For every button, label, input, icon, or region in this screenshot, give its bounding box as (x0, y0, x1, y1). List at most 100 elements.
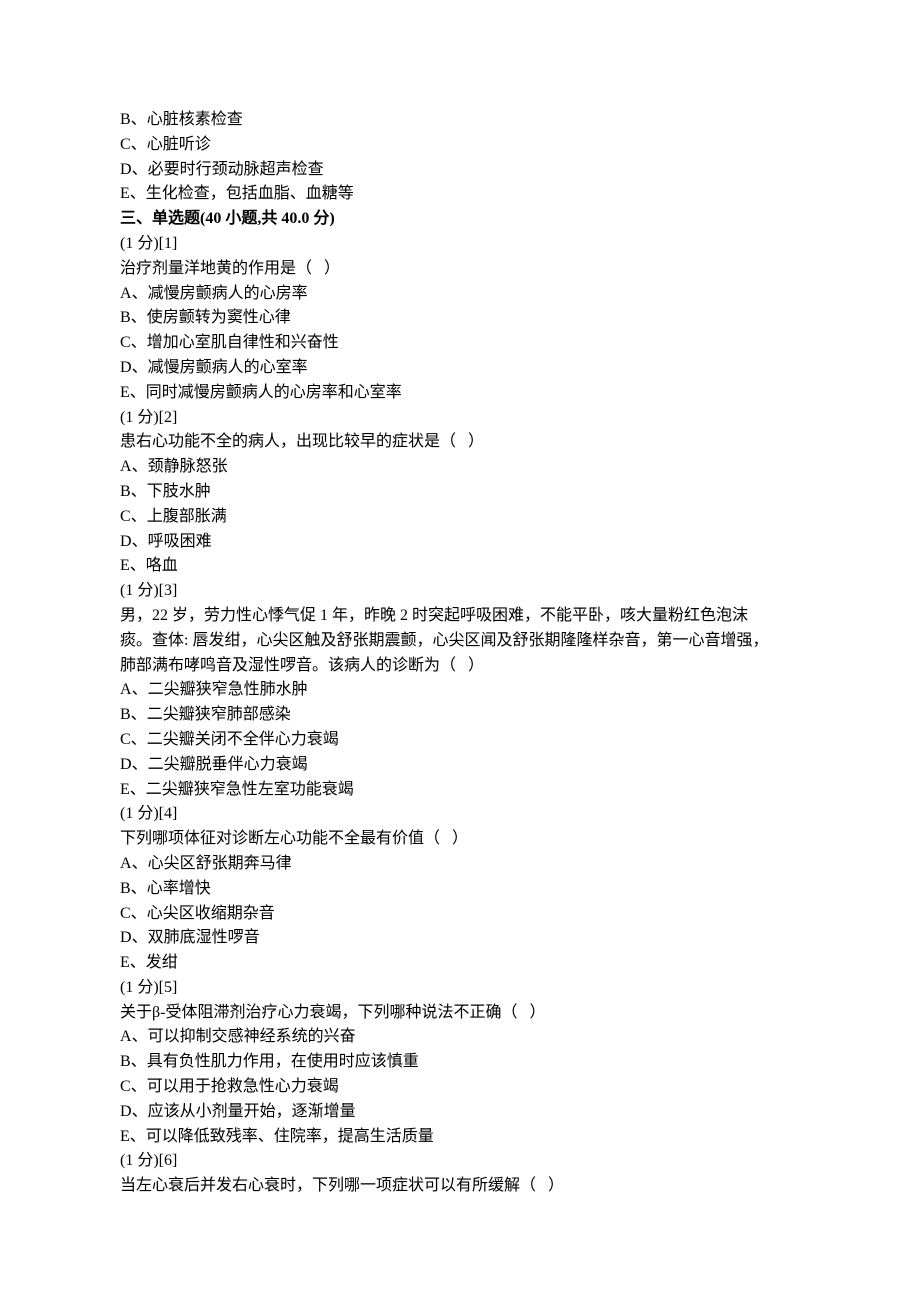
option-separator: 、 (132, 855, 148, 872)
stem-text: 患右心功能不全的病人，出现比较早的症状是 (120, 433, 440, 450)
question-option: E、二尖瓣狭窄急性左室功能衰竭 (120, 778, 800, 803)
option-letter: C (120, 136, 131, 153)
option-text: 具有负性肌力作用，在使用时应该慎重 (147, 1053, 419, 1070)
question-option: A、颈静脉怒张 (120, 455, 800, 480)
option-letter: C (120, 731, 131, 748)
option-letter: B (120, 1053, 131, 1070)
question-option: D、应该从小剂量开始，逐渐增量 (120, 1100, 800, 1125)
marker-suffix: ] (172, 979, 177, 996)
prequel-option: C、心脏听诊 (120, 133, 800, 158)
question-stem: 关于β-受体阻滞剂治疗心力衰竭，下列哪种说法不正确（ ） (120, 1001, 800, 1026)
question-option: C、增加心室肌自律性和兴奋性 (120, 331, 800, 356)
option-letter: C (120, 1078, 131, 1095)
option-separator: 、 (131, 309, 147, 326)
option-separator: 、 (131, 1078, 147, 1095)
option-letter: A (120, 681, 132, 698)
stem-text: 治疗剂量洋地黄的作用是 (120, 260, 296, 277)
option-separator: 、 (132, 929, 148, 946)
option-separator: 、 (132, 161, 148, 178)
question-stem: 肺部满布哮鸣音及湿性啰音。该病人的诊断为（ ） (120, 654, 800, 679)
option-text: 心尖区舒张期奔马律 (148, 855, 292, 872)
question-marker: (1 分)[5] (120, 976, 800, 1001)
option-separator: 、 (132, 681, 148, 698)
option-separator: 、 (131, 483, 147, 500)
option-text: 二尖瓣狭窄急性肺水肿 (148, 681, 308, 698)
prequel-option: B、心脏核素检查 (120, 108, 800, 133)
question-option: B、具有负性肌力作用，在使用时应该慎重 (120, 1050, 800, 1075)
marker-prefix: (1 分)[ (120, 979, 164, 996)
marker-prefix: (1 分)[ (120, 409, 164, 426)
option-text: 心脏核素检查 (147, 111, 243, 128)
option-letter: E (120, 557, 130, 574)
stem-text: 下列哪项体征对诊断左心功能不全最有价值 (120, 830, 424, 847)
option-letter: E (120, 185, 130, 202)
question-number: 6 (164, 1152, 172, 1169)
question-marker: (1 分)[4] (120, 802, 800, 827)
option-letter: E (120, 781, 130, 798)
option-separator: 、 (132, 285, 148, 302)
question-number: 1 (164, 235, 172, 252)
option-separator: 、 (132, 458, 148, 475)
option-letter: D (120, 756, 132, 773)
option-text: 使房颤转为窦性心律 (147, 309, 291, 326)
option-text: 可以抑制交感神经系统的兴奋 (148, 1028, 356, 1045)
option-text: 双肺底湿性啰音 (148, 929, 260, 946)
option-letter: B (120, 880, 131, 897)
question-marker: (1 分)[2] (120, 406, 800, 431)
option-text: 二尖瓣关闭不全伴心力衰竭 (147, 731, 339, 748)
question-option: B、心率增快 (120, 877, 800, 902)
question-stem: 患右心功能不全的病人，出现比较早的症状是（ ） (120, 430, 800, 455)
stem-blank: （ ） (440, 433, 484, 450)
option-text: 同时减慢房颤病人的心房率和心室率 (146, 384, 402, 401)
option-separator: 、 (130, 1128, 146, 1145)
question-option: C、二尖瓣关闭不全伴心力衰竭 (120, 728, 800, 753)
question-option: D、呼吸困难 (120, 530, 800, 555)
option-text: 二尖瓣狭窄肺部感染 (147, 706, 291, 723)
option-letter: A (120, 1028, 132, 1045)
option-letter: B (120, 483, 131, 500)
marker-prefix: (1 分)[ (120, 805, 164, 822)
option-text: 下肢水肿 (147, 483, 211, 500)
stem-blank: （ ） (296, 260, 340, 277)
stem-text: 关于β-受体阻滞剂治疗心力衰竭，下列哪种说法不正确 (120, 1004, 501, 1021)
option-letter: A (120, 285, 132, 302)
option-letter: D (120, 533, 132, 550)
option-letter: D (120, 1103, 132, 1120)
marker-suffix: ] (172, 582, 177, 599)
option-separator: 、 (130, 384, 146, 401)
option-separator: 、 (131, 880, 147, 897)
option-text: 减慢房颤病人的心室率 (148, 359, 308, 376)
stem-blank: （ ） (520, 1177, 564, 1194)
question-stem: 男，22 岁，劳力性心悸气促 1 年，昨晚 2 时突起呼吸困难，不能平卧，咳大量… (120, 604, 800, 629)
option-separator: 、 (131, 731, 147, 748)
question-stem: 下列哪项体征对诊断左心功能不全最有价值（ ） (120, 827, 800, 852)
option-letter: E (120, 1128, 130, 1145)
option-separator: 、 (131, 111, 147, 128)
question-option: D、减慢房颤病人的心室率 (120, 356, 800, 381)
question-number: 3 (164, 582, 172, 599)
marker-prefix: (1 分)[ (120, 235, 164, 252)
option-letter: A (120, 855, 132, 872)
question-option: D、双肺底湿性啰音 (120, 926, 800, 951)
option-letter: A (120, 458, 132, 475)
option-text: 必要时行颈动脉超声检查 (148, 161, 324, 178)
question-option: D、二尖瓣脱垂伴心力衰竭 (120, 753, 800, 778)
option-separator: 、 (131, 334, 147, 351)
option-letter: E (120, 384, 130, 401)
question-option: A、二尖瓣狭窄急性肺水肿 (120, 678, 800, 703)
stem-blank: （ ） (501, 1004, 545, 1021)
option-text: 应该从小剂量开始，逐渐增量 (148, 1103, 356, 1120)
option-separator: 、 (131, 508, 147, 525)
option-letter: D (120, 359, 132, 376)
question-marker: (1 分)[1] (120, 232, 800, 257)
option-separator: 、 (131, 706, 147, 723)
question-stem: 当左心衰后并发右心衰时，下列哪一项症状可以有所缓解（ ） (120, 1174, 800, 1199)
question-option: E、发绀 (120, 951, 800, 976)
option-text: 可以降低致残率、住院率，提高生活质量 (146, 1128, 434, 1145)
option-text: 心脏听诊 (147, 136, 211, 153)
option-separator: 、 (131, 136, 147, 153)
option-text: 颈静脉怒张 (148, 458, 228, 475)
question-number: 2 (164, 409, 172, 426)
question-option: A、心尖区舒张期奔马律 (120, 852, 800, 877)
option-separator: 、 (132, 359, 148, 376)
